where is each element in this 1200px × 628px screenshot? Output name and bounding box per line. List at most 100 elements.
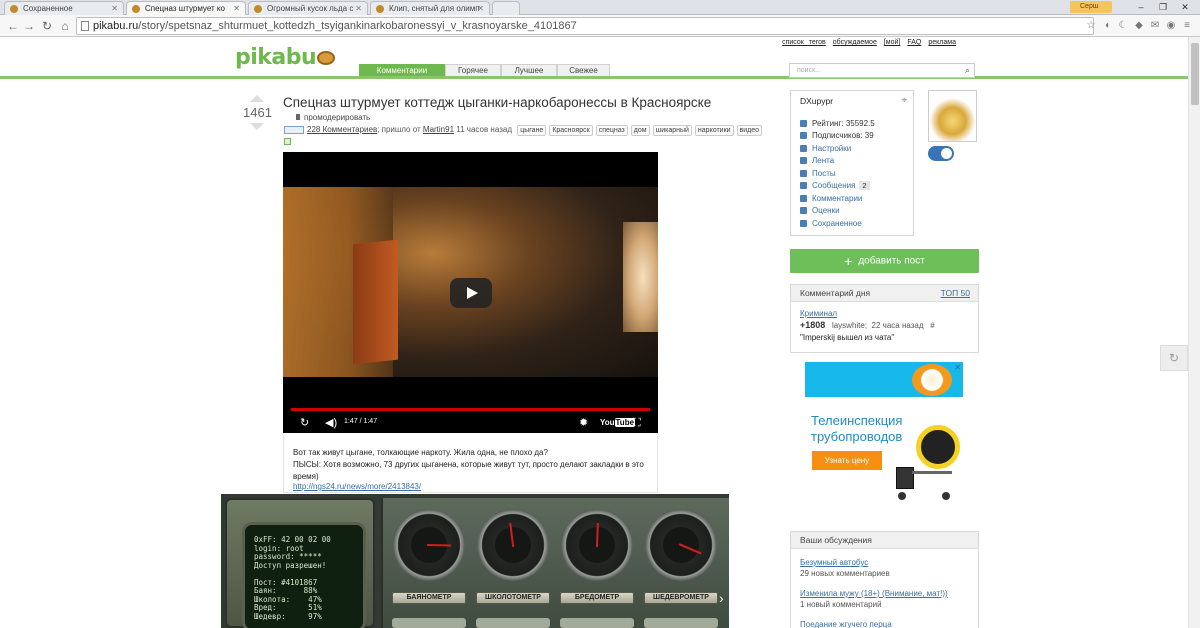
sidebar-item-saved[interactable]: Сохраненное xyxy=(800,219,862,228)
pin-icon[interactable]: ⌖ xyxy=(901,95,907,106)
sidebar-item-comments[interactable]: Комментарии xyxy=(800,194,862,203)
moderate-link[interactable]: промодерировать xyxy=(296,113,370,122)
video-player[interactable]: ↻ ◀) 1:47 / 1:47 ✹ YouTube ⛶ xyxy=(283,152,658,433)
top-link-mine[interactable]: [мой] xyxy=(884,39,901,46)
extension-icon[interactable]: ✉ xyxy=(1148,19,1162,33)
scrollbar-thumb[interactable] xyxy=(1191,43,1199,105)
tab-hot[interactable]: Горячее xyxy=(445,64,501,76)
tab-fresh[interactable]: Свежее xyxy=(557,64,610,76)
close-tab-icon[interactable]: ✕ xyxy=(355,2,362,15)
minimize-icon[interactable]: – xyxy=(1134,0,1148,14)
sidebar-item-feed[interactable]: Лента xyxy=(800,156,834,165)
close-window-icon[interactable]: ✕ xyxy=(1178,0,1192,14)
play-button[interactable] xyxy=(450,278,492,308)
site-logo[interactable]: pikabu xyxy=(235,45,336,70)
tag[interactable]: дом xyxy=(630,125,650,136)
tab-comments[interactable]: Комментарии xyxy=(359,64,445,76)
gauge-label: ШКОЛОТОМЕТР xyxy=(476,592,550,604)
extension-icon[interactable]: ◆ xyxy=(1132,19,1146,33)
discussion-item[interactable]: Изменила мужу (18+) (Внимание, мат!)) 1 н… xyxy=(800,588,948,610)
tab-best[interactable]: Лучшее xyxy=(501,64,557,76)
tag[interactable]: видео xyxy=(736,125,763,136)
top-link-discussed[interactable]: обсуждаемое xyxy=(833,39,877,46)
browser-tab-active[interactable]: Спецназ штурмует ко ✕ xyxy=(126,1,246,15)
vote-block: 1461 xyxy=(243,95,272,130)
comment-quote[interactable]: "Imperskij вышел из чата" xyxy=(800,333,894,342)
category-link[interactable]: Криминал xyxy=(800,309,837,318)
username[interactable]: DXupypr xyxy=(800,96,833,106)
browser-tab[interactable]: Клип, снятый для олимп ✕ xyxy=(370,1,490,15)
sidebar-item-ratings[interactable]: Оценки xyxy=(800,206,840,215)
refresh-icon[interactable]: ↻ xyxy=(1160,345,1188,371)
fullscreen-icon[interactable]: ⛶ xyxy=(633,416,641,430)
discussion-item[interactable]: Безумный автобус 29 новых комментариев xyxy=(800,557,890,579)
ad-seal-logo xyxy=(912,364,952,396)
close-tab-icon[interactable]: ✕ xyxy=(111,2,118,15)
profile-chip[interactable]: Серш xyxy=(1070,1,1112,13)
gauge-knob xyxy=(560,618,634,628)
gauge-knob xyxy=(476,618,550,628)
back-icon[interactable]: ← xyxy=(6,18,20,34)
tag[interactable]: цыгане xyxy=(517,125,547,136)
logo-bun-icon xyxy=(317,51,336,65)
top-link-ads[interactable]: реклама xyxy=(928,39,956,46)
advertisement[interactable]: ✕ Телеинспекция трубопроводов Узнать цену xyxy=(805,362,963,522)
ad-price-button[interactable]: Узнать цену xyxy=(812,451,882,470)
tag[interactable]: наркотики xyxy=(694,125,734,136)
settings-gear-icon[interactable]: ✹ xyxy=(579,416,588,430)
home-icon[interactable]: ⌂ xyxy=(58,18,72,34)
top-link-tags[interactable]: список тегов xyxy=(782,39,826,46)
sidebar-item-settings[interactable]: Настройки xyxy=(800,144,851,153)
bookmark-icon xyxy=(800,220,807,228)
extension-icon[interactable]: ◉ xyxy=(1164,19,1178,33)
ad-title: Телеинспекция трубопроводов xyxy=(811,413,903,444)
top50-link[interactable]: ТОП 50 xyxy=(941,285,970,302)
menu-icon[interactable]: ≡ xyxy=(1180,19,1194,33)
mode-toggle[interactable] xyxy=(928,146,954,161)
search-icon[interactable]: ⌕ xyxy=(965,64,970,77)
maximize-icon[interactable]: ❐ xyxy=(1156,0,1170,14)
sidebar-item-posts[interactable]: Посты xyxy=(800,169,836,178)
tag[interactable]: спецназ xyxy=(595,125,628,136)
close-tab-icon[interactable]: ✕ xyxy=(233,2,240,15)
downvote-icon[interactable] xyxy=(250,123,264,130)
tag[interactable]: шикарный xyxy=(652,125,692,136)
gauge-needle xyxy=(678,543,702,555)
bookmark-star-icon[interactable]: ☆ xyxy=(1084,19,1098,33)
comments-link[interactable]: 228 Комментариев xyxy=(307,125,377,134)
reload-icon[interactable]: ↻ xyxy=(40,18,54,34)
video-progress-bar[interactable] xyxy=(291,408,650,411)
address-bar: ← → ↻ ⌂ pikabu.ru/story/spetsnaz_shturmu… xyxy=(0,15,1200,37)
top-link-faq[interactable]: FAQ xyxy=(907,39,921,46)
meter-widget[interactable]: 0xFF: 42 00 02 00 login: root password: … xyxy=(221,494,729,628)
new-tab-button[interactable] xyxy=(492,1,520,15)
save-icon[interactable] xyxy=(284,138,291,145)
extension-icon[interactable]: ☾ xyxy=(1116,19,1130,33)
ad-close-icon[interactable]: ✕ xyxy=(954,363,961,372)
youtube-logo[interactable]: YouTube xyxy=(600,418,636,427)
browser-tab[interactable]: Огромный кусок льда с ✕ xyxy=(248,1,368,15)
add-post-button[interactable]: + добавить пост xyxy=(790,249,979,273)
url-input[interactable]: pikabu.ru/story/spetsnaz_shturmuet_kotte… xyxy=(76,17,1094,35)
discussion-item[interactable]: Поедание жгучего перца xyxy=(800,619,892,628)
author-link[interactable]: Martin91 xyxy=(423,125,454,134)
comments-icon[interactable] xyxy=(284,125,304,134)
tag[interactable]: Красноярск xyxy=(549,125,593,136)
sidebar-item-messages[interactable]: Сообщения 2 xyxy=(800,181,870,190)
extension-icon[interactable]: ◖ xyxy=(1100,19,1114,33)
replay-icon[interactable]: ↻ xyxy=(300,416,309,430)
forward-icon[interactable]: → xyxy=(22,18,36,34)
source-link[interactable]: http://ngs24.ru/news/more/2413843/ xyxy=(293,482,421,491)
avatar[interactable] xyxy=(928,90,977,142)
volume-icon[interactable]: ◀) xyxy=(325,416,337,430)
upvote-icon[interactable] xyxy=(250,95,264,102)
browser-tab[interactable]: Сохраненное ✕ xyxy=(4,1,124,15)
post-title[interactable]: Спецназ штурмует коттедж цыганки-наркоба… xyxy=(283,95,711,110)
triangle-icon xyxy=(800,207,807,215)
chevron-right-icon[interactable]: › xyxy=(719,590,724,606)
vertical-scrollbar[interactable] xyxy=(1188,37,1200,628)
pikabu-favicon-icon xyxy=(376,5,384,13)
search-input[interactable]: поиск... ⌕ xyxy=(789,63,975,78)
feed-icon xyxy=(800,157,807,165)
close-tab-icon[interactable]: ✕ xyxy=(477,2,484,15)
